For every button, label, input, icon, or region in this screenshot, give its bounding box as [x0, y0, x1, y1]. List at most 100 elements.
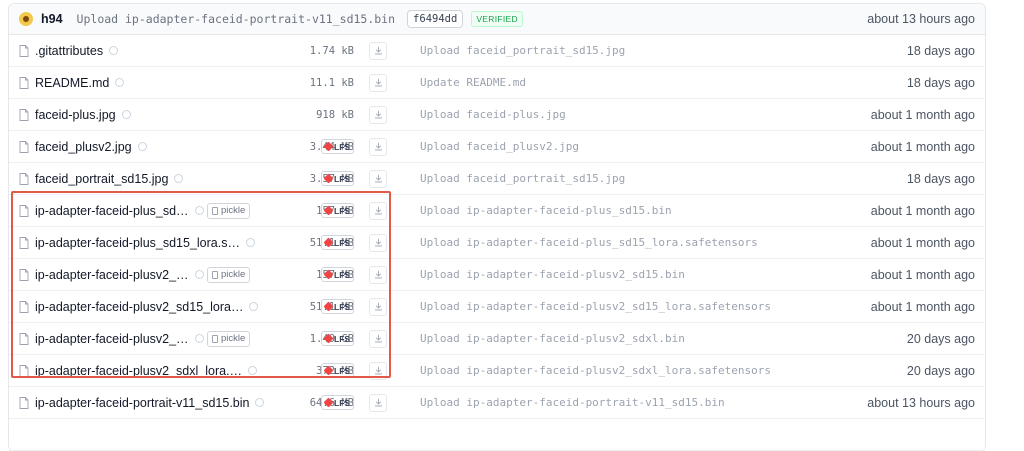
download-icon	[374, 238, 382, 247]
file-icon	[19, 291, 29, 322]
download-icon	[374, 334, 382, 343]
pickle-badge[interactable]: pickle	[207, 195, 251, 226]
file-name[interactable]: ip-adapter-faceid-portrait-v11_sd15.bin	[35, 396, 249, 410]
file-row-faceid-plus-jpg[interactable]: faceid-plus.jpg 918 kB Upload faceid-plu…	[9, 99, 985, 131]
file-name[interactable]: ip-adapter-faceid-plusv2_sdxl_lora.…	[35, 364, 242, 378]
file-commit-message[interactable]: Upload ip-adapter-faceid-plus_sd15_lora.…	[420, 227, 758, 258]
file-commit-time: about 1 month ago	[870, 267, 975, 282]
file-name[interactable]: ip-adapter-faceid-plus_sd…	[35, 204, 189, 218]
file-commit-message[interactable]: Upload ip-adapter-faceid-portrait-v11_sd…	[420, 387, 725, 418]
lfs-label: LFS	[334, 173, 351, 184]
file-commit-time: about 1 month ago	[870, 299, 975, 314]
file-row-gitattributes[interactable]: .gitattributes 1.74 kB Upload faceid_por…	[9, 35, 985, 67]
info-icon[interactable]	[137, 142, 147, 151]
file-commit-time: 18 days ago	[906, 43, 975, 58]
file-row-faceid-portrait-jpg[interactable]: faceid_portrait_sd15.jpg 3.57 MB LFS Upl…	[9, 163, 985, 195]
file-name[interactable]: faceid-plus.jpg	[35, 108, 116, 122]
download-button[interactable]	[369, 323, 387, 354]
file-name[interactable]: ip-adapter-faceid-plusv2_sd15_lora…	[35, 300, 243, 314]
avatar[interactable]	[19, 12, 33, 26]
file-commit-message[interactable]: Upload ip-adapter-faceid-plus_sd15.bin	[420, 195, 672, 226]
file-commit-time: about 13 hours ago	[867, 395, 975, 410]
file-row-faceid-plus-lora[interactable]: ip-adapter-faceid-plus_sd15_lora.s… 51.1…	[9, 227, 985, 259]
file-commit-message[interactable]: Upload ip-adapter-faceid-plusv2_sdxl_lor…	[420, 355, 771, 386]
lfs-badge[interactable]: LFS	[321, 387, 355, 418]
file-name[interactable]: faceid_portrait_sd15.jpg	[35, 172, 168, 186]
lfs-badge[interactable]: LFS	[321, 323, 355, 354]
info-icon[interactable]	[248, 366, 258, 375]
lfs-icon	[323, 333, 334, 344]
file-row-faceid-plusv2-sdxl-bin[interactable]: ip-adapter-faceid-plusv2_… pickle 1.49 G…	[9, 323, 985, 355]
file-commit-message[interactable]: Update README.md	[420, 67, 526, 98]
file-commit-time: about 1 month ago	[870, 139, 975, 154]
download-button[interactable]	[369, 131, 387, 162]
file-row-faceid-plus-bin[interactable]: ip-adapter-faceid-plus_sd… pickle 157 MB…	[9, 195, 985, 227]
info-icon[interactable]	[194, 206, 204, 215]
lfs-icon	[323, 269, 334, 280]
lfs-badge[interactable]: LFS	[321, 131, 355, 162]
download-button[interactable]	[369, 291, 387, 322]
file-commit-message[interactable]: Upload ip-adapter-faceid-plusv2_sdxl.bin	[420, 323, 685, 354]
download-button[interactable]	[369, 67, 387, 98]
download-button[interactable]	[369, 163, 387, 194]
lfs-badge[interactable]: LFS	[321, 163, 355, 194]
download-button[interactable]	[369, 387, 387, 418]
info-icon[interactable]	[249, 302, 259, 311]
info-icon[interactable]	[255, 398, 265, 407]
file-row-faceid-plusv2-bin[interactable]: ip-adapter-faceid-plusv2_… pickle 157 MB…	[9, 259, 985, 291]
file-row-readme[interactable]: README.md 11.1 kB Update README.md 18 da…	[9, 67, 985, 99]
pickle-label: pickle	[221, 269, 246, 280]
lfs-badge[interactable]: LFS	[321, 259, 355, 290]
file-row-faceid-portrait-v11-bin[interactable]: ip-adapter-faceid-portrait-v11_sd15.bin …	[9, 387, 985, 419]
file-commit-time: 20 days ago	[906, 363, 975, 378]
download-button[interactable]	[369, 99, 387, 130]
lfs-badge[interactable]: LFS	[321, 291, 355, 322]
commit-sha[interactable]: f6494dd	[407, 10, 464, 28]
file-icon	[19, 67, 29, 98]
file-commit-time: about 1 month ago	[870, 107, 975, 122]
download-button[interactable]	[369, 259, 387, 290]
commit-message[interactable]: Upload ip-adapter-faceid-portrait-v11_sd…	[77, 12, 396, 26]
file-commit-message[interactable]: Upload faceid_portrait_sd15.jpg	[420, 35, 625, 66]
lfs-badge[interactable]: LFS	[321, 355, 355, 386]
info-icon[interactable]	[245, 238, 255, 247]
file-row-faceid-plusv2-jpg[interactable]: faceid_plusv2.jpg 3.44 MB LFS Upload fac…	[9, 131, 985, 163]
file-name[interactable]: ip-adapter-faceid-plusv2_…	[35, 332, 189, 346]
commit-author[interactable]: h94	[41, 12, 63, 26]
file-commit-message[interactable]: Upload ip-adapter-faceid-plusv2_sd15.bin	[420, 259, 685, 290]
file-name[interactable]: faceid_plusv2.jpg	[35, 140, 132, 154]
file-commit-message[interactable]: Upload faceid_portrait_sd15.jpg	[420, 163, 625, 194]
file-size: 11.1 kB	[309, 76, 354, 89]
file-icon	[19, 227, 29, 258]
info-icon[interactable]	[115, 78, 125, 87]
info-icon[interactable]	[109, 46, 119, 55]
info-icon[interactable]	[121, 110, 131, 119]
pickle-badge[interactable]: pickle	[207, 323, 251, 354]
info-icon[interactable]	[194, 270, 204, 279]
verified-badge: VERIFIED	[471, 11, 523, 27]
file-row-faceid-plusv2-lora[interactable]: ip-adapter-faceid-plusv2_sd15_lora… 51.1…	[9, 291, 985, 323]
file-commit-message[interactable]: Upload faceid_plusv2.jpg	[420, 131, 579, 162]
download-button[interactable]	[369, 227, 387, 258]
download-icon	[374, 302, 382, 311]
download-button[interactable]	[369, 355, 387, 386]
pickle-label: pickle	[221, 205, 246, 216]
file-table: .gitattributes 1.74 kB Upload faceid_por…	[9, 35, 985, 451]
file-commit-message[interactable]: Upload ip-adapter-faceid-plusv2_sd15_lor…	[420, 291, 771, 322]
download-button[interactable]	[369, 35, 387, 66]
pickle-badge[interactable]: pickle	[207, 259, 251, 290]
lfs-badge[interactable]: LFS	[321, 195, 355, 226]
download-button[interactable]	[369, 195, 387, 226]
info-icon[interactable]	[194, 334, 204, 343]
file-commit-message[interactable]: Upload faceid-plus.jpg	[420, 99, 566, 130]
file-name[interactable]: .gitattributes	[35, 44, 103, 58]
file-name[interactable]: ip-adapter-faceid-plus_sd15_lora.s…	[35, 236, 240, 250]
file-row-faceid-plusv2-sdxl-lora[interactable]: ip-adapter-faceid-plusv2_sdxl_lora.… 372…	[9, 355, 985, 387]
lfs-icon	[323, 397, 334, 408]
file-name[interactable]: README.md	[35, 76, 109, 90]
file-name[interactable]: ip-adapter-faceid-plusv2_…	[35, 268, 189, 282]
file-icon	[19, 387, 29, 418]
lfs-label: LFS	[334, 269, 351, 280]
info-icon[interactable]	[174, 174, 184, 183]
lfs-badge[interactable]: LFS	[321, 227, 355, 258]
